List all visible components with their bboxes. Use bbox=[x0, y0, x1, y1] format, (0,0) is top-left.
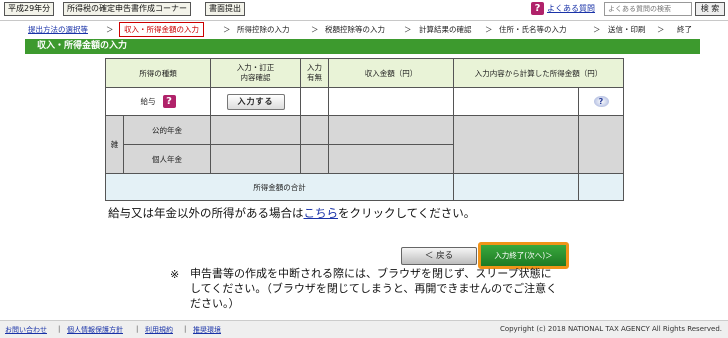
salary-income-cell bbox=[328, 87, 454, 116]
header-confirm: 入力・訂正 内容確認 bbox=[210, 58, 301, 88]
private-pension-label: 個人年金 bbox=[123, 144, 211, 174]
step-result-check: 計算結果の確認 bbox=[419, 25, 472, 34]
salary-help-icon[interactable]: ? bbox=[162, 95, 176, 108]
private-pension-income-cell bbox=[328, 144, 454, 174]
step-arrow-icon: ＞ bbox=[657, 25, 665, 34]
section-title: 収入・所得金額の入力 bbox=[25, 39, 700, 54]
misc-label: 雑 bbox=[105, 115, 124, 174]
table-row-salary: 給与 ? 入力する ? bbox=[105, 87, 624, 116]
step-arrow-icon: ＞ bbox=[106, 25, 114, 34]
step-arrow-icon: ＞ bbox=[311, 25, 319, 34]
instruction-text-after: をクリックしてください。 bbox=[338, 206, 476, 220]
misc-help-cell bbox=[578, 115, 624, 174]
instruction-text-before: 給与又は年金以外の所得がある場合は bbox=[108, 206, 304, 220]
step-arrow-icon: ＞ bbox=[593, 25, 601, 34]
public-pension-income-cell bbox=[328, 115, 454, 145]
private-pension-input-cell bbox=[210, 144, 301, 174]
step-deduction-input: 所得控除の入力 bbox=[237, 25, 290, 34]
footer-separator: | bbox=[184, 325, 187, 333]
total-extra-cell bbox=[578, 173, 624, 201]
header-computed-income: 入力内容から計算した所得金額（円） bbox=[453, 58, 624, 88]
step-income-input-current: 収入・所得金額の入力 bbox=[119, 22, 204, 37]
note-mark: ※ bbox=[170, 268, 180, 281]
other-income-instruction: 給与又は年金以外の所得がある場合はこちらをクリックしてください。 bbox=[108, 205, 475, 221]
salary-computed-cell bbox=[453, 87, 579, 116]
salary-help-cell: ? bbox=[578, 87, 624, 116]
faq-search-input[interactable] bbox=[604, 2, 692, 16]
total-income-value bbox=[453, 173, 579, 201]
year-label: 平成29年分 bbox=[4, 2, 55, 16]
other-income-link[interactable]: こちら bbox=[304, 206, 339, 220]
faq-link[interactable]: よくある質問 bbox=[547, 3, 595, 14]
faq-area[interactable]: ? よくある質問 bbox=[531, 2, 595, 15]
footer-separator: | bbox=[58, 325, 61, 333]
salary-cell: 給与 ? bbox=[105, 87, 211, 116]
top-bar: 平成29年分 所得税の確定申告書作成コーナー 書面提出 ? よくある質問 検 索 bbox=[0, 0, 728, 20]
step-address-input: 住所・氏名等の入力 bbox=[499, 25, 567, 34]
copyright: Copyright (c) 2018 NATIONAL TAX AGENCY A… bbox=[499, 325, 722, 333]
step-finish: 終了 bbox=[677, 25, 692, 34]
step-arrow-icon: ＞ bbox=[404, 25, 412, 34]
footer-privacy-link[interactable]: 個人情報保護方針 bbox=[67, 325, 123, 335]
back-button[interactable]: ＜ 戻る bbox=[401, 247, 477, 265]
step-navigation: 提出方法の選択等 ＞ 収入・所得金額の入力 ＞ 所得控除の入力 ＞ 税額控除等の… bbox=[0, 20, 728, 37]
salary-input-button[interactable]: 入力する bbox=[226, 93, 285, 110]
question-icon[interactable]: ? bbox=[531, 2, 544, 15]
income-table: 所得の種類 入力・訂正 内容確認 入力 有無 収入金額（円） 入力内容から計算し… bbox=[105, 58, 624, 201]
header-income-amount: 収入金額（円） bbox=[328, 58, 454, 88]
step-send-print: 送信・印刷 bbox=[608, 25, 646, 34]
step-arrow-icon: ＞ bbox=[485, 25, 493, 34]
sleep-notice: 申告書等の作成を中断される際には、ブラウザを閉じず、スリープ状態にしてください。… bbox=[190, 267, 558, 310]
table-header-row: 所得の種類 入力・訂正 内容確認 入力 有無 収入金額（円） 入力内容から計算し… bbox=[105, 58, 624, 88]
public-pension-label: 公的年金 bbox=[123, 115, 211, 145]
salary-label: 給与 bbox=[140, 97, 156, 106]
next-button-label[interactable]: 入力終了(次へ)＞ bbox=[481, 245, 566, 266]
table-row-total: 所得金額の合計 bbox=[105, 173, 624, 201]
next-button[interactable]: 入力終了(次へ)＞ bbox=[478, 242, 569, 269]
footer-environment-link[interactable]: 推奨環境 bbox=[193, 325, 221, 335]
footer: お問い合わせ | 個人情報保護方針 | 利用規約 | 推奨環境 Copyrigh… bbox=[0, 320, 728, 338]
header-income-type: 所得の種類 bbox=[105, 58, 211, 88]
footer-separator: | bbox=[136, 325, 139, 333]
footer-terms-link[interactable]: 利用規約 bbox=[145, 325, 173, 335]
step-arrow-icon: ＞ bbox=[223, 25, 231, 34]
search-button[interactable]: 検 索 bbox=[695, 2, 725, 16]
public-pension-input-cell bbox=[210, 115, 301, 145]
step-tax-credit-input: 税額控除等の入力 bbox=[325, 25, 385, 34]
income-help-icon[interactable]: ? bbox=[593, 96, 609, 107]
private-pension-presence-cell bbox=[300, 144, 329, 174]
total-income-label: 所得金額の合計 bbox=[105, 173, 454, 201]
submission-method-label: 書面提出 bbox=[205, 2, 245, 16]
misc-computed-cell bbox=[453, 115, 579, 174]
salary-input-cell: 入力する bbox=[210, 87, 301, 116]
table-row-public-pension: 雑 公的年金 bbox=[105, 115, 624, 174]
header-presence: 入力 有無 bbox=[300, 58, 329, 88]
public-pension-presence-cell bbox=[300, 115, 329, 145]
salary-presence-cell bbox=[300, 87, 329, 116]
footer-contact-link[interactable]: お問い合わせ bbox=[5, 325, 47, 335]
corner-title: 所得税の確定申告書作成コーナー bbox=[63, 2, 191, 16]
step-submission-method[interactable]: 提出方法の選択等 bbox=[28, 24, 88, 35]
